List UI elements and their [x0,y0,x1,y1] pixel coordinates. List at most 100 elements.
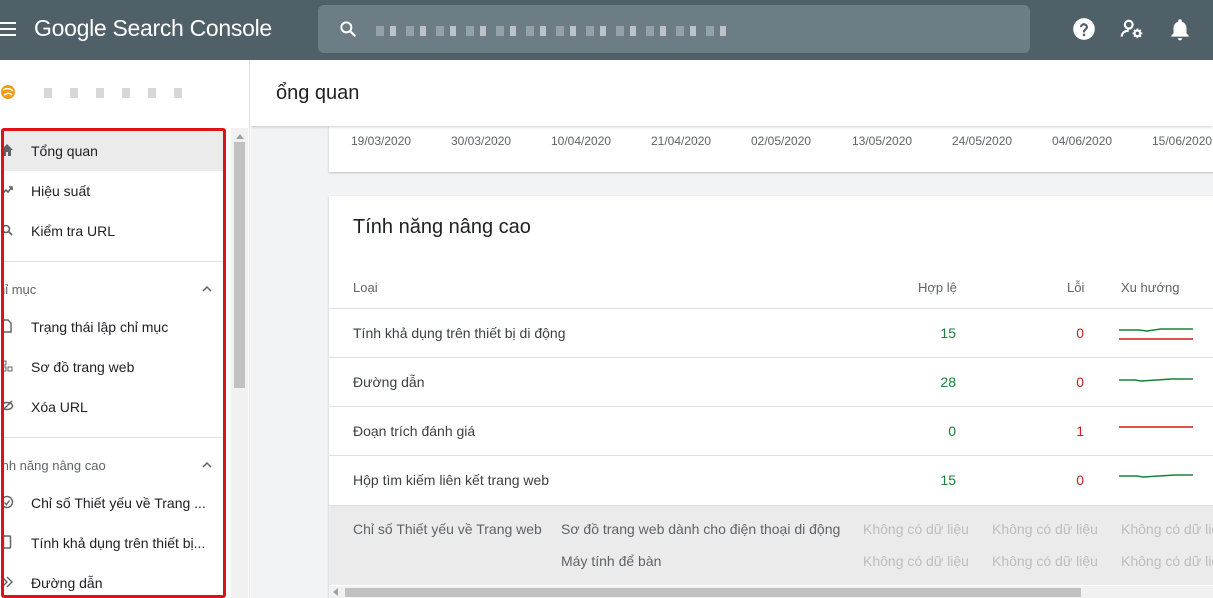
row-name: Tính khả dụng trên thiết bị di động [353,325,566,341]
sidebar-item-mobile-usability[interactable]: Tính khả dụng trên thiết bị... [4,523,223,563]
section-enhancements[interactable]: ính năng nâng cao [4,450,223,480]
property-logo-icon [1,85,15,99]
divider [4,261,223,262]
gauge-icon [4,495,14,509]
sidebar-item-label: Hiệu suất [31,183,91,199]
cwv-mobile-label: Sơ đồ trang web dành cho điện thoại di đ… [561,521,841,537]
highlighted-nav-menu: Tổng quan Hiệu suất Kiểm tra URL hỉ mục … [1,128,226,598]
cwv-title: Chỉ số Thiết yếu về Trang web [353,521,542,537]
search-blurred-text [376,26,736,36]
sidebar-item-url-inspection[interactable]: Kiểm tra URL [4,211,223,251]
page-title: ổng quan [276,82,360,104]
row-valid-count: 15 [940,472,956,488]
property-blurred-name [44,88,184,98]
divider [4,437,223,438]
row-error-count: 0 [1076,472,1084,488]
row-valid-count: 0 [948,423,956,439]
cwv-desktop-label: Máy tính để bàn [561,553,662,569]
horizontal-scrollbar[interactable] [329,586,1213,598]
search-icon [4,224,13,236]
remove-eye-icon [4,400,14,411]
chart-date-label: 15/06/2020 [1152,134,1213,148]
chart-date-label: 13/05/2020 [852,134,913,148]
admin-settings-icon[interactable] [1119,16,1145,42]
row-valid-count: 28 [940,374,956,390]
cwv-no-data: Không có dữ liệu [863,553,969,569]
table-row-mobile-usability[interactable]: Tính khả dụng trên thiết bị di động 15 0 [329,308,1213,357]
row-error-count: 1 [1076,423,1084,439]
column-header-errors: Lỗi [1067,280,1085,295]
sitemap-icon [4,360,13,372]
trend-sparkline [1119,426,1193,428]
app-title[interactable]: Google Search Console [34,15,272,42]
table-row-sitelinks-searchbox[interactable]: Hộp tìm kiếm liên kết trang web 15 0 [329,455,1213,504]
scroll-left-arrow-icon[interactable] [333,588,338,596]
core-web-vitals-row[interactable]: Chỉ số Thiết yếu về Trang web Sơ đồ tran… [329,505,1213,585]
column-header-type: Loại [353,280,378,295]
row-error-count: 0 [1076,374,1084,390]
sidebar-scrollbar[interactable] [231,128,248,598]
section-label: ính năng nâng cao [1,458,106,473]
cwv-no-data: Không có dữ liệu [863,521,969,537]
sidebar-item-performance[interactable]: Hiệu suất [4,171,223,211]
chevron-up-icon [202,461,212,468]
sidebar-item-label: Xóa URL [31,399,88,415]
property-selector[interactable] [0,60,250,126]
sidebar-item-removals[interactable]: Xóa URL [4,387,223,427]
search-icon[interactable] [338,19,358,39]
row-valid-count: 15 [940,325,956,341]
sidebar: Tổng quan Hiệu suất Kiểm tra URL hỉ mục … [0,60,250,598]
chart-date-label: 02/05/2020 [751,134,812,148]
trend-sparkline [1119,378,1193,382]
row-error-count: 0 [1076,325,1084,341]
help-icon[interactable] [1071,16,1097,42]
main-content: ổng quan 19/03/2020 30/03/2020 10/04/202… [251,60,1213,598]
enhancements-title: Tính năng nâng cao [353,216,531,238]
breadcrumb-icon [4,576,13,588]
sidebar-item-label: Kiểm tra URL [31,223,116,239]
table-row-breadcrumbs[interactable]: Đường dẫn 28 0 [329,357,1213,406]
cwv-no-data: Không có dữ liệ [1121,521,1213,537]
chart-date-label: 21/04/2020 [651,134,712,148]
top-app-bar: Google Search Console [0,0,1213,60]
chart-date-label: 24/05/2020 [952,134,1013,148]
sidebar-item-label: Tính khả dụng trên thiết bị... [31,535,206,551]
sidebar-item-label: Tổng quan [31,143,98,159]
sidebar-item-label: Chỉ số Thiết yếu về Trang ... [31,495,206,511]
trending-up-icon [4,186,13,194]
chevron-up-icon [202,285,212,292]
sidebar-item-sitemaps[interactable]: Sơ đồ trang web [4,347,223,387]
chart-date-label: 10/04/2020 [551,134,612,148]
column-header-valid: Hợp lệ [918,280,957,295]
performance-chart-card: 19/03/2020 30/03/2020 10/04/2020 21/04/2… [329,126,1213,172]
page-header: ổng quan [251,60,1213,126]
cwv-no-data: Không có dữ liệu [992,521,1098,537]
trend-sparkline [1119,328,1193,340]
scrollbar-thumb[interactable] [345,588,1081,597]
phone-icon [4,535,12,549]
cwv-no-data: Không có dữ liệu [992,553,1098,569]
home-icon [4,144,13,156]
sidebar-item-core-web-vitals[interactable]: Chỉ số Thiết yếu về Trang ... [4,483,223,523]
enhancements-card: Tính năng nâng cao Loại Hợp lệ Lỗi Xu hư… [329,196,1213,598]
chart-date-label: 04/06/2020 [1052,134,1113,148]
scrollbar-thumb[interactable] [234,142,245,388]
row-name: Đoạn trích đánh giá [353,423,476,439]
sidebar-item-breadcrumbs[interactable]: Đường dẫn [4,563,223,595]
sidebar-item-label: Sơ đồ trang web [31,359,135,375]
search-input[interactable] [318,5,1030,53]
row-name: Đường dẫn [353,374,425,390]
section-index[interactable]: hỉ mục [4,274,223,304]
sidebar-item-overview[interactable]: Tổng quan [4,131,223,171]
sidebar-item-label: Đường dẫn [31,575,103,591]
sidebar-item-index-coverage[interactable]: Trạng thái lập chỉ mục [4,307,223,347]
chart-date-label: 19/03/2020 [351,134,412,148]
scroll-up-arrow-icon[interactable] [236,134,244,139]
table-row-review-snippets[interactable]: Đoạn trích đánh giá 0 1 [329,406,1213,455]
row-name: Hộp tìm kiếm liên kết trang web [353,472,550,488]
sidebar-item-label: Trạng thái lập chỉ mục [31,319,169,335]
chart-date-label: 30/03/2020 [451,134,512,148]
notifications-icon[interactable] [1167,16,1193,42]
section-label: hỉ mục [1,282,37,297]
menu-icon[interactable] [0,22,16,36]
